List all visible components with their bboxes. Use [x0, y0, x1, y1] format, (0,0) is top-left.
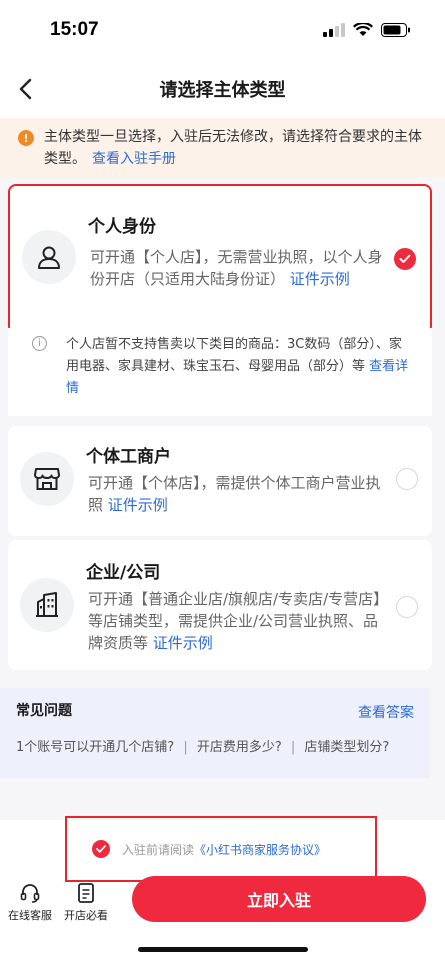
- faq-question[interactable]: 开店费用多少?: [197, 740, 282, 755]
- option-desc: 可开通【个人店】，无需营业执照，以个人身份开店（只适用大陆身份证） 证件示例: [90, 246, 390, 290]
- notice-text: 主体类型一旦选择，入驻后无法修改，请选择符合要求的主体类型。 查看入驻手册: [44, 126, 429, 178]
- option-personal[interactable]: 个人身份 可开通【个人店】，无需营业执照，以个人身份开店（只适用大陆身份证） 证…: [8, 184, 432, 334]
- sample-link[interactable]: 证件示例: [290, 270, 350, 288]
- option-desc: 可开通【普通企业店/旗舰店/专卖店/专营店】等店铺类型，需提供企业/公司营业执照…: [88, 588, 388, 654]
- notice-banner: ! 主体类型一旦选择，入驻后无法修改，请选择符合要求的主体类型。 查看入驻手册: [0, 118, 445, 178]
- selected-radio[interactable]: [394, 248, 416, 270]
- faq-questions: 1个账号可以开通几个店铺? | 开店费用多少? | 店铺类型划分?: [16, 736, 414, 755]
- faq-answers-link[interactable]: 查看答案: [358, 702, 414, 722]
- personal-restriction-info: i 个人店暂不支持售卖以下类目的商品：3C数码（部分）、家用电器、家具建材、珠宝…: [8, 328, 432, 416]
- tab-label: 在线客服: [8, 909, 52, 922]
- faq-section: 常见问题 查看答案 1个账号可以开通几个店铺? | 开店费用多少? | 店铺类型…: [0, 688, 430, 778]
- customer-service-tab[interactable]: 在线客服: [2, 882, 58, 923]
- info-message: 个人店暂不支持售卖以下类目的商品：3C数码（部分）、家用电器、家具建材、珠宝玉石…: [66, 337, 402, 374]
- subject-type-list: 个人身份 可开通【个人店】，无需营业执照，以个人身份开店（只适用大陆身份证） 证…: [0, 178, 445, 820]
- home-indicator: [138, 947, 308, 952]
- option-title: 企业/公司: [86, 563, 161, 583]
- agreement-link[interactable]: 《小红书商家服务协议》: [194, 843, 326, 857]
- faq-question[interactable]: 1个账号可以开通几个店铺?: [16, 740, 174, 755]
- option-title: 个人身份: [88, 217, 156, 237]
- status-bar: 15:07: [0, 0, 445, 60]
- submit-button[interactable]: 立即入驻: [132, 876, 426, 922]
- agreement-prefix: 入驻前请阅读: [122, 842, 195, 857]
- warning-icon: !: [18, 130, 34, 146]
- status-icons: [323, 23, 411, 37]
- person-icon: [22, 230, 76, 284]
- bottom-tabs: 在线客服 开店必看: [0, 882, 130, 930]
- faq-title: 常见问题: [16, 703, 72, 719]
- agreement-text: 入驻前请阅读《小红书商家服务协议》: [122, 841, 326, 858]
- faq-separator: |: [183, 740, 188, 755]
- check-icon: [399, 254, 411, 263]
- option-title: 个体工商户: [86, 447, 171, 467]
- faq-question[interactable]: 店铺类型划分?: [304, 740, 389, 755]
- document-icon: [78, 883, 94, 903]
- agreement-bar: 入驻前请阅读《小红书商家服务协议》: [65, 816, 377, 882]
- chevron-left-icon: [19, 78, 32, 100]
- tab-label: 开店必看: [64, 909, 108, 922]
- status-time: 15:07: [50, 19, 99, 40]
- info-text: 个人店暂不支持售卖以下类目的商品：3C数码（部分）、家用电器、家具建材、珠宝玉石…: [66, 334, 410, 400]
- faq-separator: |: [290, 740, 296, 755]
- headset-icon: [20, 884, 40, 903]
- unselected-radio[interactable]: [396, 596, 418, 618]
- option-desc: 可开通【个体店】，需提供个体工商户营业执照 证件示例: [88, 472, 388, 516]
- info-icon: i: [32, 336, 47, 351]
- signal-icon: [323, 23, 345, 37]
- manual-link[interactable]: 查看入驻手册: [92, 151, 176, 167]
- wifi-icon: [353, 23, 373, 36]
- building-icon: [20, 578, 74, 632]
- back-button[interactable]: [6, 70, 44, 108]
- option-company[interactable]: 企业/公司 可开通【普通企业店/旗舰店/专卖店/专营店】等店铺类型，需提供企业/…: [8, 540, 432, 670]
- store-guide-tab[interactable]: 开店必看: [58, 882, 114, 923]
- unselected-radio[interactable]: [396, 468, 418, 490]
- option-individual-business[interactable]: 个体工商户 可开通【个体店】，需提供个体工商户营业执照 证件示例: [8, 426, 432, 536]
- check-icon: [96, 845, 106, 853]
- storefront-icon: [20, 452, 74, 506]
- option-desc-text: 可开通【普通企业店/旗舰店/专卖店/专营店】等店铺类型，需提供企业/公司营业执照…: [88, 590, 381, 652]
- battery-icon: [381, 23, 410, 37]
- navbar: 请选择主体类型: [0, 62, 445, 116]
- agreement-checkbox[interactable]: [92, 840, 110, 858]
- sample-link[interactable]: 证件示例: [108, 496, 168, 514]
- sample-link[interactable]: 证件示例: [153, 634, 213, 652]
- page-title: 请选择主体类型: [159, 80, 286, 101]
